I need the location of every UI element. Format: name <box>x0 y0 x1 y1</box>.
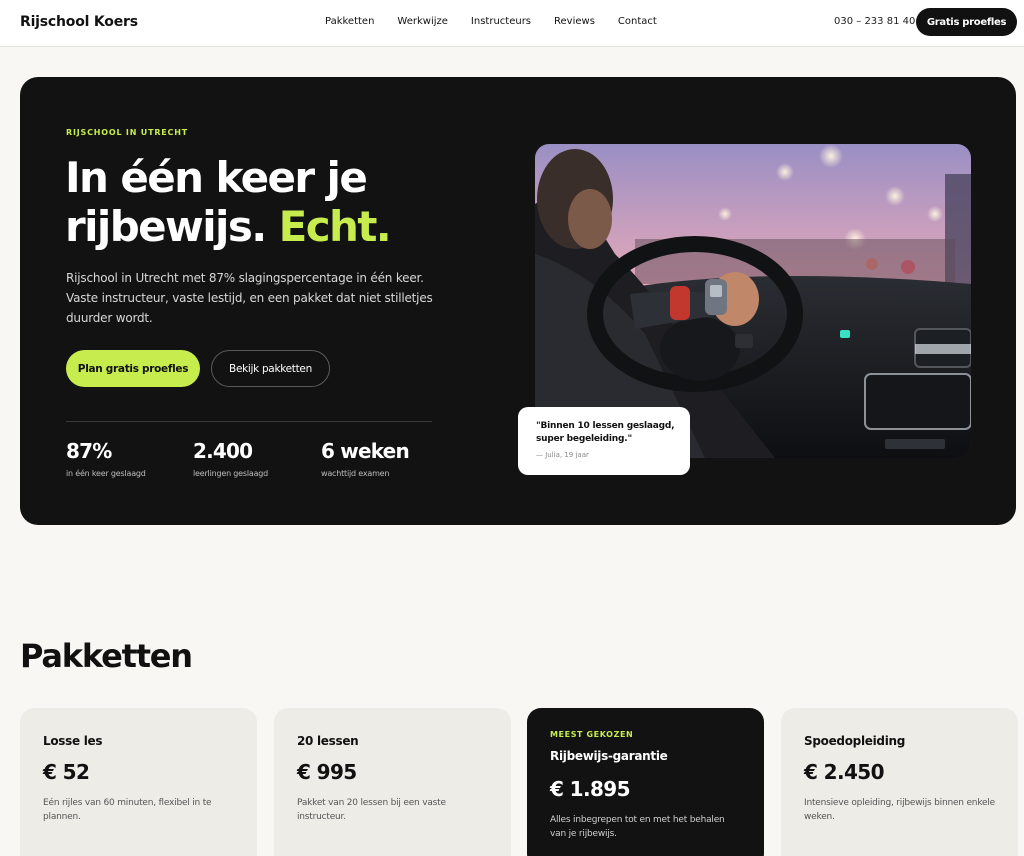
package-price: € 1.895 <box>550 777 631 801</box>
package-card-20-lessen[interactable]: 20 lessen € 995 Pakket van 20 lessen bij… <box>274 708 511 856</box>
packages-title: Pakketten <box>20 637 193 675</box>
stat-label: leerlingen geslaagd <box>193 469 269 478</box>
package-name: 20 lessen <box>297 734 359 748</box>
hero-lead: Rijschool in Utrecht met 87% slagingsper… <box>66 271 433 325</box>
stat-pass-rate: 87% in één keer geslaagd <box>66 439 146 478</box>
package-card-spoedopleiding[interactable]: Spoedopleiding € 2.450 Intensieve opleid… <box>781 708 1018 856</box>
package-price: € 2.450 <box>804 760 885 784</box>
nav-item-instructeurs[interactable]: Instructeurs <box>471 16 531 27</box>
package-description: Pakket van 20 lessen bij een vaste instr… <box>297 798 446 822</box>
phone-number[interactable]: 030 – 233 81 40 <box>834 16 915 27</box>
stat-students: 2.400 leerlingen geslaagd <box>193 439 268 478</box>
stat-label: in één keer geslaagd <box>66 469 146 478</box>
package-price: € 52 <box>43 760 90 784</box>
package-name: Rijbewijs-garantie <box>550 749 668 763</box>
main-nav: Pakketten Werkwijze Instructeurs Reviews… <box>325 16 680 27</box>
nav-item-werkwijze[interactable]: Werkwijze <box>397 16 448 27</box>
stat-label: wachttijd examen <box>321 469 390 478</box>
header-cta-button[interactable]: Gratis proefles <box>916 8 1017 36</box>
stat-wait-time: 6 weken wachttijd examen <box>321 439 410 478</box>
plan-proefles-button[interactable]: Plan gratis proefles <box>66 350 200 387</box>
stats-divider <box>66 421 432 422</box>
package-card-losse-les[interactable]: Losse les € 52 Eén rijles van 60 minuten… <box>20 708 257 856</box>
testimonial-card: "Binnen 10 lessen geslaagd, super begele… <box>518 407 690 475</box>
testimonial-text: "Binnen 10 lessen geslaagd, super begele… <box>536 421 675 444</box>
package-description: Alles inbegrepen tot en met het behalen … <box>550 815 725 839</box>
nav-item-reviews[interactable]: Reviews <box>554 16 595 27</box>
popular-badge: MEEST GEKOZEN <box>550 730 634 739</box>
package-card-rijbewijs-garantie[interactable]: MEEST GEKOZEN Rijbewijs-garantie € 1.895… <box>527 708 764 856</box>
package-name: Losse les <box>43 734 103 748</box>
package-description: Intensieve opleiding, rijbewijs binnen e… <box>804 798 995 822</box>
hero-section: RIJSCHOOL IN UTRECHT In één keer je rijb… <box>20 77 1016 525</box>
hero-eyebrow: RIJSCHOOL IN UTRECHT <box>66 128 188 137</box>
stat-value: 2.400 <box>193 439 253 463</box>
nav-item-pakketten[interactable]: Pakketten <box>325 16 374 27</box>
package-price: € 995 <box>297 760 357 784</box>
testimonial-author: — Julia, 19 jaar <box>536 451 589 459</box>
logo[interactable]: Rijschool Koers <box>20 14 138 30</box>
nav-item-contact[interactable]: Contact <box>618 16 657 27</box>
site-header: Rijschool Koers Pakketten Werkwijze Inst… <box>0 0 1024 47</box>
bekijk-pakketten-button[interactable]: Bekijk pakketten <box>211 350 330 387</box>
package-name: Spoedopleiding <box>804 734 906 748</box>
stat-value: 87% <box>66 439 112 463</box>
package-description: Eén rijles van 60 minuten, flexibel in t… <box>43 798 212 822</box>
stat-value: 6 weken <box>321 439 410 463</box>
hero-headline: In één keer je rijbewijs. Echt. <box>65 153 485 251</box>
headline-accent: Echt. <box>278 202 392 251</box>
